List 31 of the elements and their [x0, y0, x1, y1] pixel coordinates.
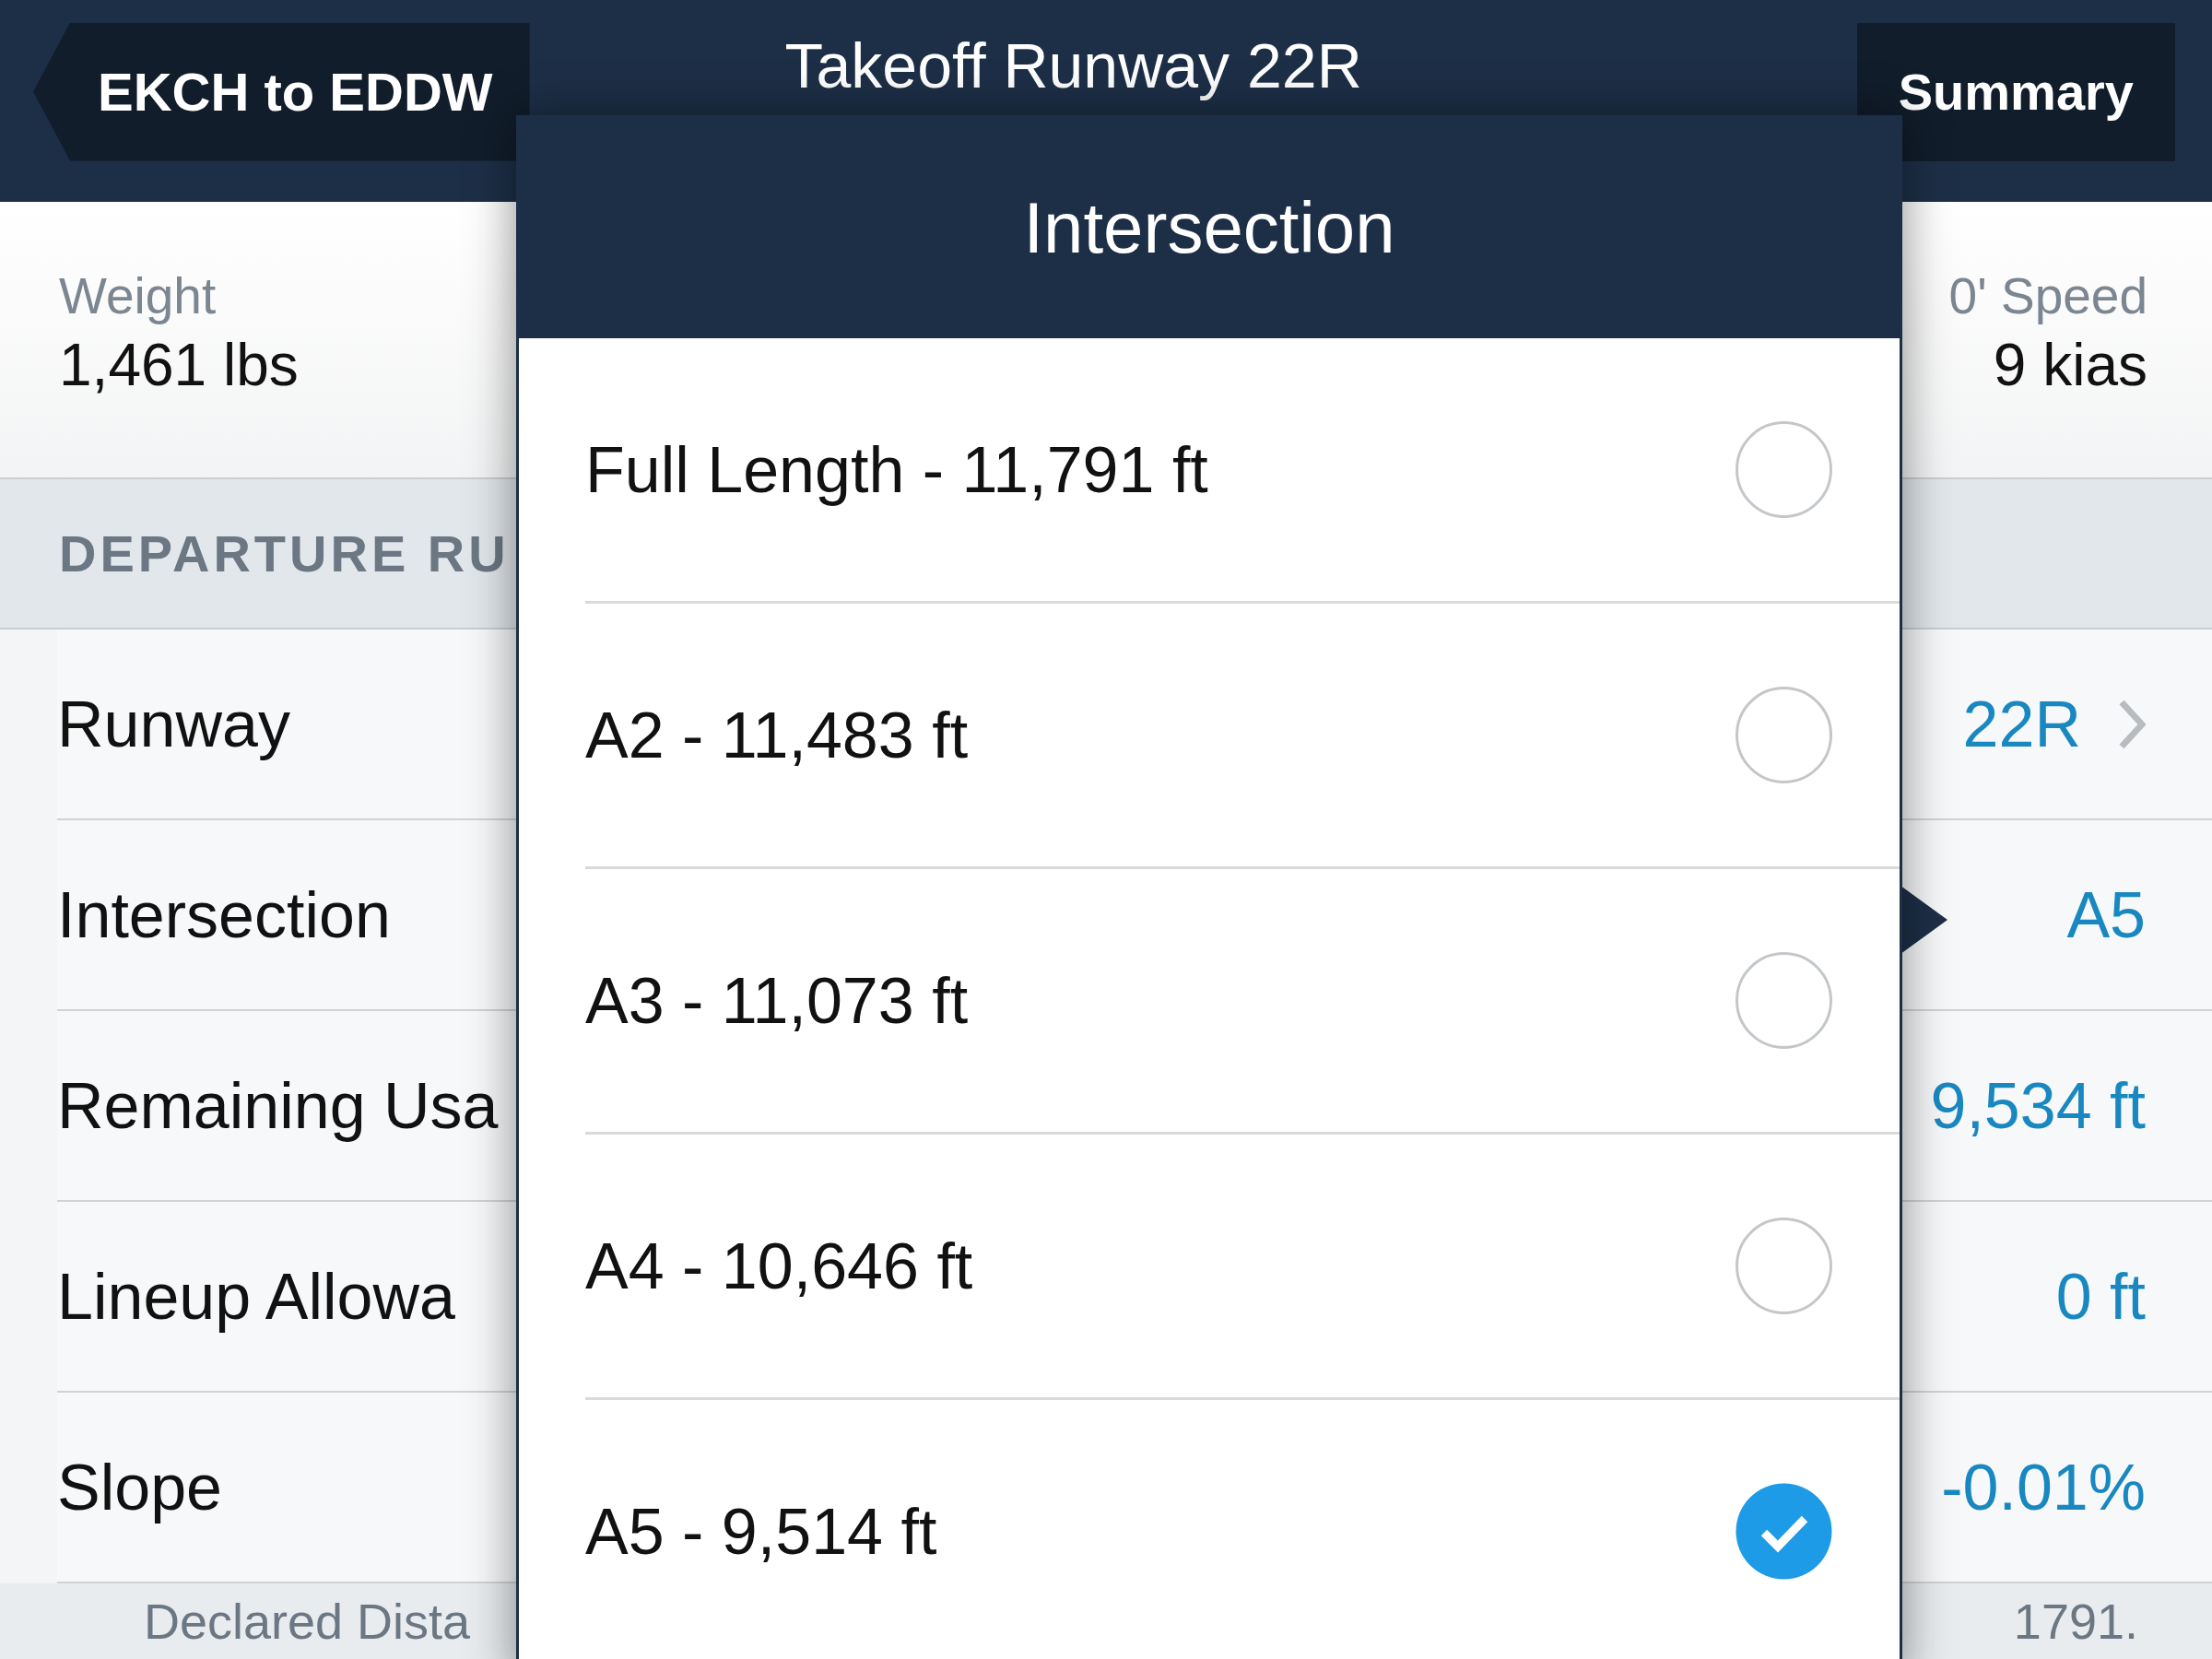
footer-text: 1791.	[2013, 1594, 2138, 1651]
footer-text: Declared Dista	[144, 1594, 471, 1651]
row-value: 22R	[1962, 687, 2081, 761]
option-item[interactable]: Full Length - 11,791 ft	[585, 338, 1900, 604]
option-item[interactable]: A3 - 11,073 ft	[585, 869, 1900, 1135]
row-label: Remaining Usa	[57, 1068, 499, 1143]
row-value: -0.01%	[1941, 1450, 2146, 1524]
row-value: 0 ft	[2055, 1259, 2146, 1334]
row-label: Slope	[57, 1450, 223, 1524]
back-button[interactable]: EKCH to EDDW	[33, 22, 530, 161]
option-item[interactable]: A2 - 11,483 ft	[585, 604, 1900, 869]
option-item[interactable]: A4 - 10,646 ft	[585, 1135, 1900, 1400]
stat-label: Weight	[59, 266, 218, 325]
radio-button[interactable]	[1735, 420, 1833, 519]
popover-title: Intersection	[1023, 186, 1395, 270]
summary-button[interactable]: Summary	[1856, 22, 2175, 161]
row-label: Intersection	[57, 877, 391, 952]
section-header: DEPARTURE RU	[59, 524, 510, 583]
check-icon[interactable]	[1735, 1482, 1833, 1581]
radio-button[interactable]	[1735, 686, 1833, 784]
row-label: Lineup Allowa	[57, 1259, 455, 1334]
stat-label: 0' Speed	[1948, 266, 2147, 325]
stat-value: 1,461 lbs	[59, 331, 299, 399]
radio-button[interactable]	[1735, 1217, 1833, 1315]
row-value: 9,534 ft	[1930, 1068, 2146, 1143]
option-item[interactable]: A5 - 9,514 ft	[585, 1400, 1900, 1659]
row-value: A5	[2066, 877, 2146, 952]
stat-value: 9 kias	[1993, 331, 2147, 399]
radio-button[interactable]	[1735, 951, 1833, 1050]
nav-title: Takeoff Runway 22R	[784, 31, 1362, 100]
row-label: Runway	[57, 687, 290, 761]
